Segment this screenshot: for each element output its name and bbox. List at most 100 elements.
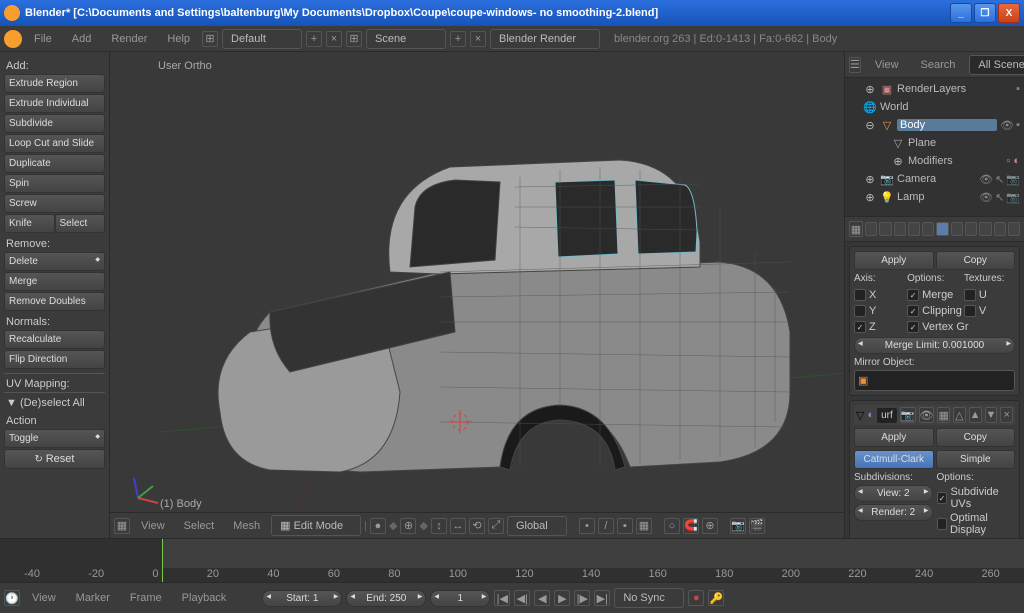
eye-icon[interactable]: 👁 xyxy=(979,191,993,204)
render-subdivisions-spinner[interactable]: Render: 2 xyxy=(854,504,933,521)
end-frame-spinner[interactable]: End: 250 xyxy=(346,590,426,607)
sync-dropdown[interactable]: No Sync xyxy=(614,588,684,608)
restrict-icon[interactable]: ▪ xyxy=(1016,119,1020,132)
delete-scene-button[interactable]: × xyxy=(470,31,486,47)
rotate-manipulator[interactable]: ⟲ xyxy=(469,518,485,534)
opengl-anim-button[interactable]: 🎬 xyxy=(749,518,765,534)
auto-keyframe-button[interactable]: ● xyxy=(688,590,704,606)
outliner-type-dropdown[interactable]: All Scenes xyxy=(969,55,1024,75)
3d-viewport[interactable]: User Ortho xyxy=(110,52,844,538)
mirror-copy-button[interactable]: Copy xyxy=(936,251,1016,270)
subsurf-apply-button[interactable]: Apply xyxy=(854,428,934,447)
screen-layout-browse[interactable]: ⊞ xyxy=(202,31,218,47)
catmull-clark-button[interactable]: Catmull-Clark xyxy=(854,450,934,469)
screen-layout-dropdown[interactable]: Default xyxy=(222,29,302,49)
editmode-toggle[interactable]: ▦ xyxy=(937,407,950,423)
extrude-individual-button[interactable]: Extrude Individual xyxy=(4,94,105,113)
editor-type-button[interactable]: ▦ xyxy=(114,518,130,534)
tab-modifiers[interactable] xyxy=(936,222,948,236)
snap-button[interactable]: 🧲 xyxy=(683,518,699,534)
timeline-frame-menu[interactable]: Frame xyxy=(122,589,170,607)
outliner-row-renderlayers[interactable]: ⊕ ▣ RenderLayers ▪ xyxy=(847,80,1022,98)
duplicate-button[interactable]: Duplicate xyxy=(4,154,105,173)
mode-dropdown[interactable]: ▦ Edit Mode xyxy=(271,515,361,536)
blender-logo-icon[interactable] xyxy=(4,30,22,48)
viewport-shading-button[interactable]: ● xyxy=(370,518,386,534)
clipping-checkbox[interactable] xyxy=(907,305,919,317)
proportional-edit-button[interactable]: ○ xyxy=(664,518,680,534)
outliner-row-world[interactable]: 🌐 World xyxy=(847,98,1022,116)
loop-cut-button[interactable]: Loop Cut and Slide xyxy=(4,134,105,153)
tab-object[interactable] xyxy=(908,222,920,236)
render-engine-dropdown[interactable]: Blender Render xyxy=(490,29,600,49)
maximize-button[interactable]: ❐ xyxy=(974,3,996,23)
add-screen-button[interactable]: + xyxy=(306,31,322,47)
minimize-button[interactable]: _ xyxy=(950,3,972,23)
view-menu[interactable]: View xyxy=(133,517,173,535)
collapse-icon[interactable]: ▽ xyxy=(856,409,864,422)
outliner-row-lamp[interactable]: ⊕ 💡 Lamp 👁↖📷 xyxy=(847,188,1022,206)
cage-toggle[interactable]: △ xyxy=(953,407,966,423)
menu-file[interactable]: File xyxy=(26,30,60,48)
timeline-editor-type[interactable]: 🕐 xyxy=(4,590,20,606)
render-toggle[interactable]: 📷 xyxy=(900,407,916,423)
move-down-button[interactable]: ▼ xyxy=(985,407,998,423)
screw-button[interactable]: Screw xyxy=(4,194,105,213)
outliner-editor-type[interactable]: ☰ xyxy=(849,57,861,73)
recalculate-button[interactable]: Recalculate xyxy=(4,330,105,349)
eye-icon[interactable]: 👁 xyxy=(979,173,993,186)
cursor-icon[interactable]: ↖ xyxy=(995,173,1004,186)
spin-button[interactable]: Spin xyxy=(4,174,105,193)
restrict-icon[interactable]: ▪ xyxy=(1016,83,1020,95)
outliner-row-body[interactable]: ⊖ ▽ Body 👁▪ xyxy=(847,116,1022,134)
modifier-name-field[interactable]: urf xyxy=(877,408,897,423)
snap-element-button[interactable]: ⊕ xyxy=(702,518,718,534)
jump-end-button[interactable]: ▶| xyxy=(594,590,610,606)
subdivide-button[interactable]: Subdivide xyxy=(4,114,105,133)
flip-direction-button[interactable]: Flip Direction xyxy=(4,350,105,369)
y-checkbox[interactable] xyxy=(854,305,866,317)
start-frame-spinner[interactable]: Start: 1 xyxy=(262,590,342,607)
viewport-toggle[interactable]: 👁 xyxy=(919,407,935,423)
tab-world[interactable] xyxy=(894,222,906,236)
jump-start-button[interactable]: |◀ xyxy=(494,590,510,606)
subsurf-copy-button[interactable]: Copy xyxy=(936,428,1016,447)
timeline-view-menu[interactable]: View xyxy=(24,589,64,607)
tab-constraints[interactable] xyxy=(922,222,934,236)
edge-select-mode[interactable]: / xyxy=(598,518,614,534)
tab-material[interactable] xyxy=(965,222,977,236)
merge-checkbox[interactable] xyxy=(907,289,919,301)
merge-button[interactable]: Merge xyxy=(4,272,105,291)
action-toggle-dropdown[interactable]: Toggle xyxy=(4,429,105,448)
tab-render[interactable] xyxy=(865,222,877,236)
render-icon[interactable]: 📷 xyxy=(1006,173,1020,186)
knife-button[interactable]: Knife xyxy=(4,214,55,233)
subdivide-uvs-checkbox[interactable] xyxy=(937,492,948,504)
outliner-row-camera[interactable]: ⊕ 📷 Camera 👁↖📷 xyxy=(847,170,1022,188)
tab-physics[interactable] xyxy=(1008,222,1020,236)
vertex-select-mode[interactable]: • xyxy=(579,518,595,534)
timeline-marker-menu[interactable]: Marker xyxy=(68,589,118,607)
optimal-display-checkbox[interactable] xyxy=(937,518,947,530)
opengl-render-button[interactable]: 📷 xyxy=(730,518,746,534)
eye-icon[interactable]: 👁 xyxy=(1000,119,1014,132)
move-up-button[interactable]: ▲ xyxy=(969,407,982,423)
select-menu[interactable]: Select xyxy=(176,517,223,535)
mirror-object-field[interactable]: ▣ xyxy=(854,370,1015,391)
x-checkbox[interactable] xyxy=(854,289,866,301)
u-checkbox[interactable] xyxy=(964,289,976,301)
limit-selection-button[interactable]: ▦ xyxy=(636,518,652,534)
face-select-mode[interactable]: ▪ xyxy=(617,518,633,534)
keyframe-prev-button[interactable]: ◀| xyxy=(514,590,530,606)
outliner-row-modifiers[interactable]: ⊕ Modifiers ▫◐ xyxy=(847,152,1022,170)
delete-modifier-button[interactable]: × xyxy=(1000,407,1013,423)
scale-manipulator[interactable]: ⤢ xyxy=(488,518,504,534)
outliner-row-plane[interactable]: ▽ Plane xyxy=(847,134,1022,152)
z-checkbox[interactable] xyxy=(854,321,866,333)
keyframe-next-button[interactable]: |▶ xyxy=(574,590,590,606)
delete-dropdown[interactable]: Delete xyxy=(4,252,105,271)
scene-browse[interactable]: ⊞ xyxy=(346,31,362,47)
tab-scene[interactable] xyxy=(879,222,891,236)
render-icon[interactable]: 📷 xyxy=(1006,191,1020,204)
mirror-apply-button[interactable]: Apply xyxy=(854,251,934,270)
